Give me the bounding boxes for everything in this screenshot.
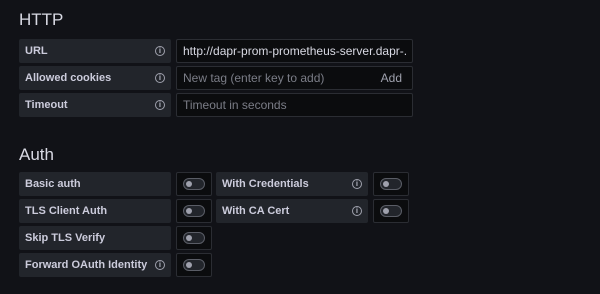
with-ca-cert-label: With CA Cert i: [216, 199, 368, 223]
info-icon[interactable]: i: [155, 46, 165, 56]
toggle-knob: [186, 235, 192, 241]
http-section-title: HTTP: [19, 10, 64, 29]
toggle-knob: [186, 181, 192, 187]
skip-tls-verify-label-text: Skip TLS Verify: [25, 232, 106, 244]
toggle-switch: [183, 259, 205, 271]
tls-client-auth-label-text: TLS Client Auth: [25, 205, 108, 217]
toggle-switch: [183, 178, 205, 190]
url-label-text: URL: [25, 45, 48, 57]
info-icon[interactable]: i: [155, 73, 165, 83]
timeout-placeholder: Timeout in seconds: [183, 98, 287, 112]
basic-auth-label-text: Basic auth: [25, 178, 81, 190]
with-credentials-label: With Credentials i: [216, 172, 368, 196]
basic-auth-label: Basic auth: [19, 172, 171, 196]
toggle-switch: [380, 205, 402, 217]
url-input-value: http://dapr-prom-prometheus-server.dapr-…: [183, 44, 406, 58]
toggle-knob: [186, 208, 192, 214]
info-icon[interactable]: i: [155, 100, 165, 110]
info-icon[interactable]: i: [352, 179, 362, 189]
url-label: URL i: [19, 39, 171, 63]
info-icon[interactable]: i: [155, 260, 165, 270]
timeout-label-text: Timeout: [25, 99, 68, 111]
with-ca-cert-switch[interactable]: [373, 199, 409, 223]
tls-client-auth-switch[interactable]: [176, 199, 212, 223]
skip-tls-verify-label: Skip TLS Verify: [19, 226, 171, 250]
toggle-knob: [383, 181, 389, 187]
allowed-cookies-input[interactable]: New tag (enter key to add) Add: [176, 66, 413, 90]
toggle-knob: [186, 262, 192, 268]
with-ca-cert-label-text: With CA Cert: [222, 205, 290, 217]
auth-section-title: Auth: [19, 145, 54, 164]
basic-auth-switch[interactable]: [176, 172, 212, 196]
allowed-cookies-placeholder: New tag (enter key to add): [183, 71, 325, 85]
allowed-cookies-label: Allowed cookies i: [19, 66, 171, 90]
info-icon[interactable]: i: [352, 206, 362, 216]
skip-tls-verify-switch[interactable]: [176, 226, 212, 250]
timeout-input[interactable]: Timeout in seconds: [176, 93, 413, 117]
toggle-switch: [183, 232, 205, 244]
url-input[interactable]: http://dapr-prom-prometheus-server.dapr-…: [176, 39, 413, 63]
toggle-knob: [383, 208, 389, 214]
forward-oauth-label: Forward OAuth Identity i: [19, 253, 171, 277]
datasource-settings: HTTP URL i http://dapr-prom-prometheus-s…: [0, 0, 600, 294]
add-cookie-button[interactable]: Add: [381, 71, 406, 85]
tls-client-auth-label: TLS Client Auth: [19, 199, 171, 223]
allowed-cookies-label-text: Allowed cookies: [25, 72, 112, 84]
forward-oauth-label-text: Forward OAuth Identity: [25, 259, 148, 271]
with-credentials-label-text: With Credentials: [222, 178, 309, 190]
toggle-switch: [380, 178, 402, 190]
forward-oauth-switch[interactable]: [176, 253, 212, 277]
timeout-label: Timeout i: [19, 93, 171, 117]
with-credentials-switch[interactable]: [373, 172, 409, 196]
toggle-switch: [183, 205, 205, 217]
